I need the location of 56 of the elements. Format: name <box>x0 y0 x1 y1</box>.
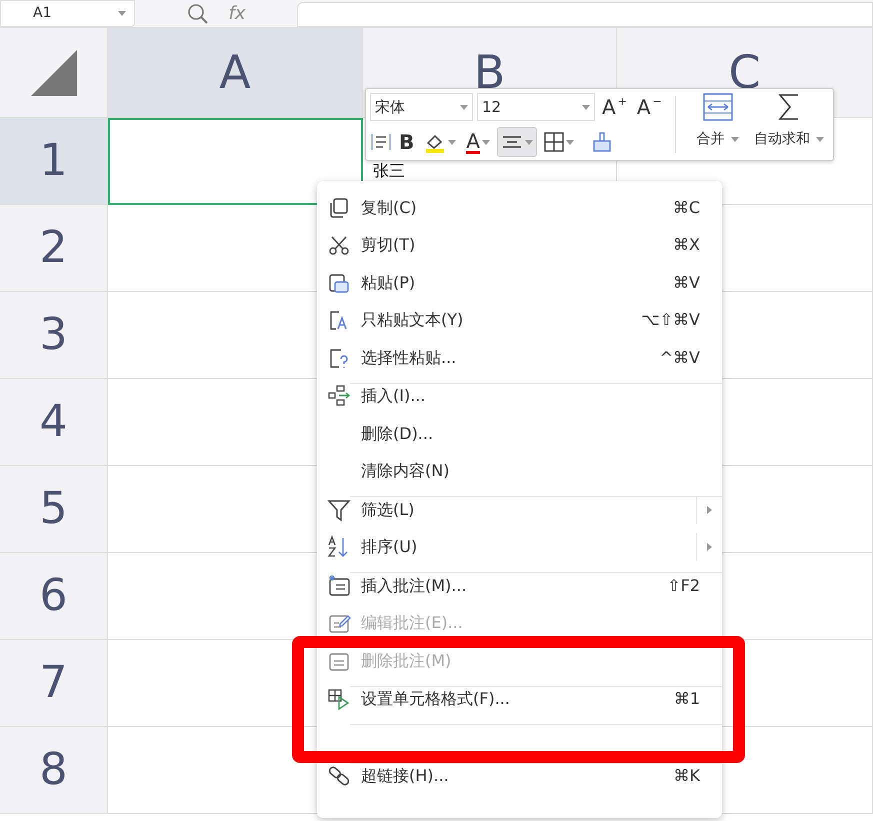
menu-item[interactable]: 插入批注(M)... ⇧F2 <box>317 573 722 598</box>
shortcut-text: ⌘K <box>674 765 700 788</box>
shortcut-text: ⌘1 <box>674 688 700 710</box>
selected-cell[interactable] <box>108 118 363 205</box>
row-header[interactable]: 1 <box>0 118 108 205</box>
insert-cells-icon <box>327 384 351 408</box>
shortcut-text: ⌥⇧⌘V <box>641 309 700 332</box>
menu-item[interactable]: 复制(C) ⌘C <box>317 195 722 220</box>
menu-item[interactable]: 超链接(H)... ⌘K <box>317 764 722 789</box>
submenu-arrow-icon <box>707 543 712 552</box>
select-all-corner[interactable] <box>0 28 108 118</box>
shortcut-text: ⇧F2 <box>667 574 700 597</box>
bold-button[interactable]: B <box>396 127 418 157</box>
menu-item[interactable]: 排序(U) <box>317 534 722 560</box>
font-size-select[interactable]: 12 <box>477 93 595 121</box>
filter-icon <box>327 498 351 522</box>
menu-item[interactable]: 删除(D)... <box>317 421 722 446</box>
row-header[interactable]: 8 <box>0 727 108 814</box>
shortcut-text: ⌘C <box>672 196 700 219</box>
row-header[interactable]: 6 <box>0 553 108 640</box>
merge-button[interactable]: 合并 <box>694 124 742 154</box>
row-header[interactable]: 5 <box>0 466 108 553</box>
format-painter-icon[interactable] <box>590 131 613 153</box>
menu-item[interactable]: 清除内容(N) <box>317 458 722 484</box>
font-color-button[interactable]: A <box>463 127 493 157</box>
wrap-text-icon[interactable] <box>370 132 392 152</box>
align-center-button[interactable] <box>496 127 537 157</box>
menu-item[interactable]: 只粘贴文本(Y) ⌥⇧⌘V <box>317 308 722 333</box>
search-icon[interactable] <box>186 2 208 24</box>
row-header[interactable]: 4 <box>0 379 108 466</box>
menu-item[interactable]: 选择性粘贴... ^⌘V <box>317 345 722 370</box>
shortcut-text: ⌘V <box>673 272 700 294</box>
comment-insert-icon <box>327 574 351 598</box>
align-center-icon <box>500 134 523 150</box>
formula-input[interactable] <box>297 2 873 27</box>
shortcut-text: ^⌘V <box>660 346 700 369</box>
menu-item[interactable]: 剪切(T) ⌘X <box>317 232 722 258</box>
font-select[interactable]: 宋体 <box>370 93 473 121</box>
grid-icon <box>544 132 564 152</box>
menu-item[interactable]: 筛选(L) <box>317 497 722 522</box>
column-header[interactable]: A <box>108 28 363 118</box>
row-header[interactable]: 7 <box>0 640 108 727</box>
name-box[interactable]: A1 <box>0 0 135 27</box>
menu-item[interactable]: 粘贴(P) ⌘V <box>317 270 722 296</box>
row-header[interactable]: 3 <box>0 292 108 379</box>
link-icon <box>327 764 351 788</box>
cell-text: 张三 <box>373 161 405 180</box>
format-cells-icon <box>327 687 351 712</box>
shortcut-text: ⌘X <box>673 234 700 256</box>
menu-item[interactable]: 插入(I)... <box>317 384 722 409</box>
merge-cells-icon[interactable] <box>702 92 734 122</box>
menu-item[interactable]: 设置单元格格式(F)... ⌘1 <box>317 686 722 712</box>
triangle-icon <box>30 50 76 96</box>
autosum-button[interactable]: 自动求和 <box>751 124 828 154</box>
submenu-arrow-icon <box>707 506 712 514</box>
row-header[interactable]: 2 <box>0 205 108 292</box>
